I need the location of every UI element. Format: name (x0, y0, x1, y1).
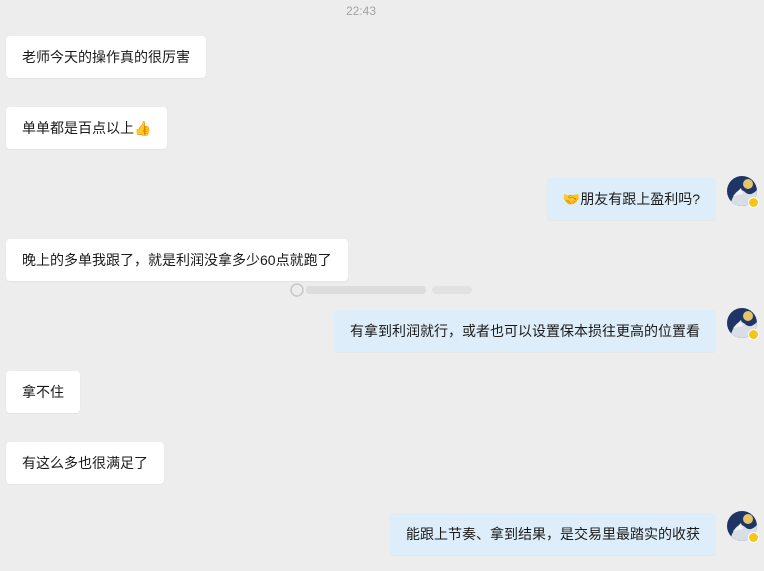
message-bubble-incoming[interactable]: 有这么多也很满足了 (6, 442, 164, 484)
obscured-content (290, 283, 472, 297)
message-text: 有这么多也很满足了 (22, 455, 148, 471)
message-text: 单单都是百点以上 (22, 120, 134, 136)
message-text: 拿不住 (22, 384, 64, 400)
avatar[interactable] (727, 308, 759, 340)
message-bubble-incoming[interactable]: 拿不住 (6, 371, 80, 413)
message-bubble-outgoing[interactable]: 能跟上节奏、拿到结果，是交易里最踏实的收获 (390, 513, 716, 555)
message-bubble-incoming[interactable]: 单单都是百点以上👍 (6, 107, 168, 149)
message-timestamp: 22:43 (345, 4, 377, 18)
message-text: 老师今天的操作真的很厉害 (22, 49, 190, 65)
thumbs-up-icon: 👍 (134, 120, 152, 136)
message-text: 能跟上节奏、拿到结果，是交易里最踏实的收获 (406, 526, 700, 542)
message-bubble-incoming[interactable]: 老师今天的操作真的很厉害 (6, 36, 206, 78)
message-bubble-outgoing[interactable]: 有拿到利润就行，或者也可以设置保本损往更高的位置看 (334, 310, 716, 352)
message-text: 有拿到利润就行，或者也可以设置保本损往更高的位置看 (350, 323, 700, 339)
avatar[interactable] (727, 176, 759, 208)
avatar[interactable] (727, 511, 759, 543)
verified-badge-icon (748, 532, 759, 543)
handshake-icon: 🤝 (562, 191, 581, 207)
verified-badge-icon (748, 197, 759, 208)
message-text: 朋友有跟上盈利吗? (580, 191, 700, 207)
message-bubble-incoming[interactable]: 晚上的多单我跟了，就是利润没拿多少60点就跑了 (6, 239, 348, 281)
message-text: 晚上的多单我跟了，就是利润没拿多少60点就跑了 (22, 252, 332, 268)
verified-badge-icon (748, 329, 759, 340)
message-bubble-outgoing[interactable]: 🤝朋友有跟上盈利吗? (546, 178, 716, 220)
